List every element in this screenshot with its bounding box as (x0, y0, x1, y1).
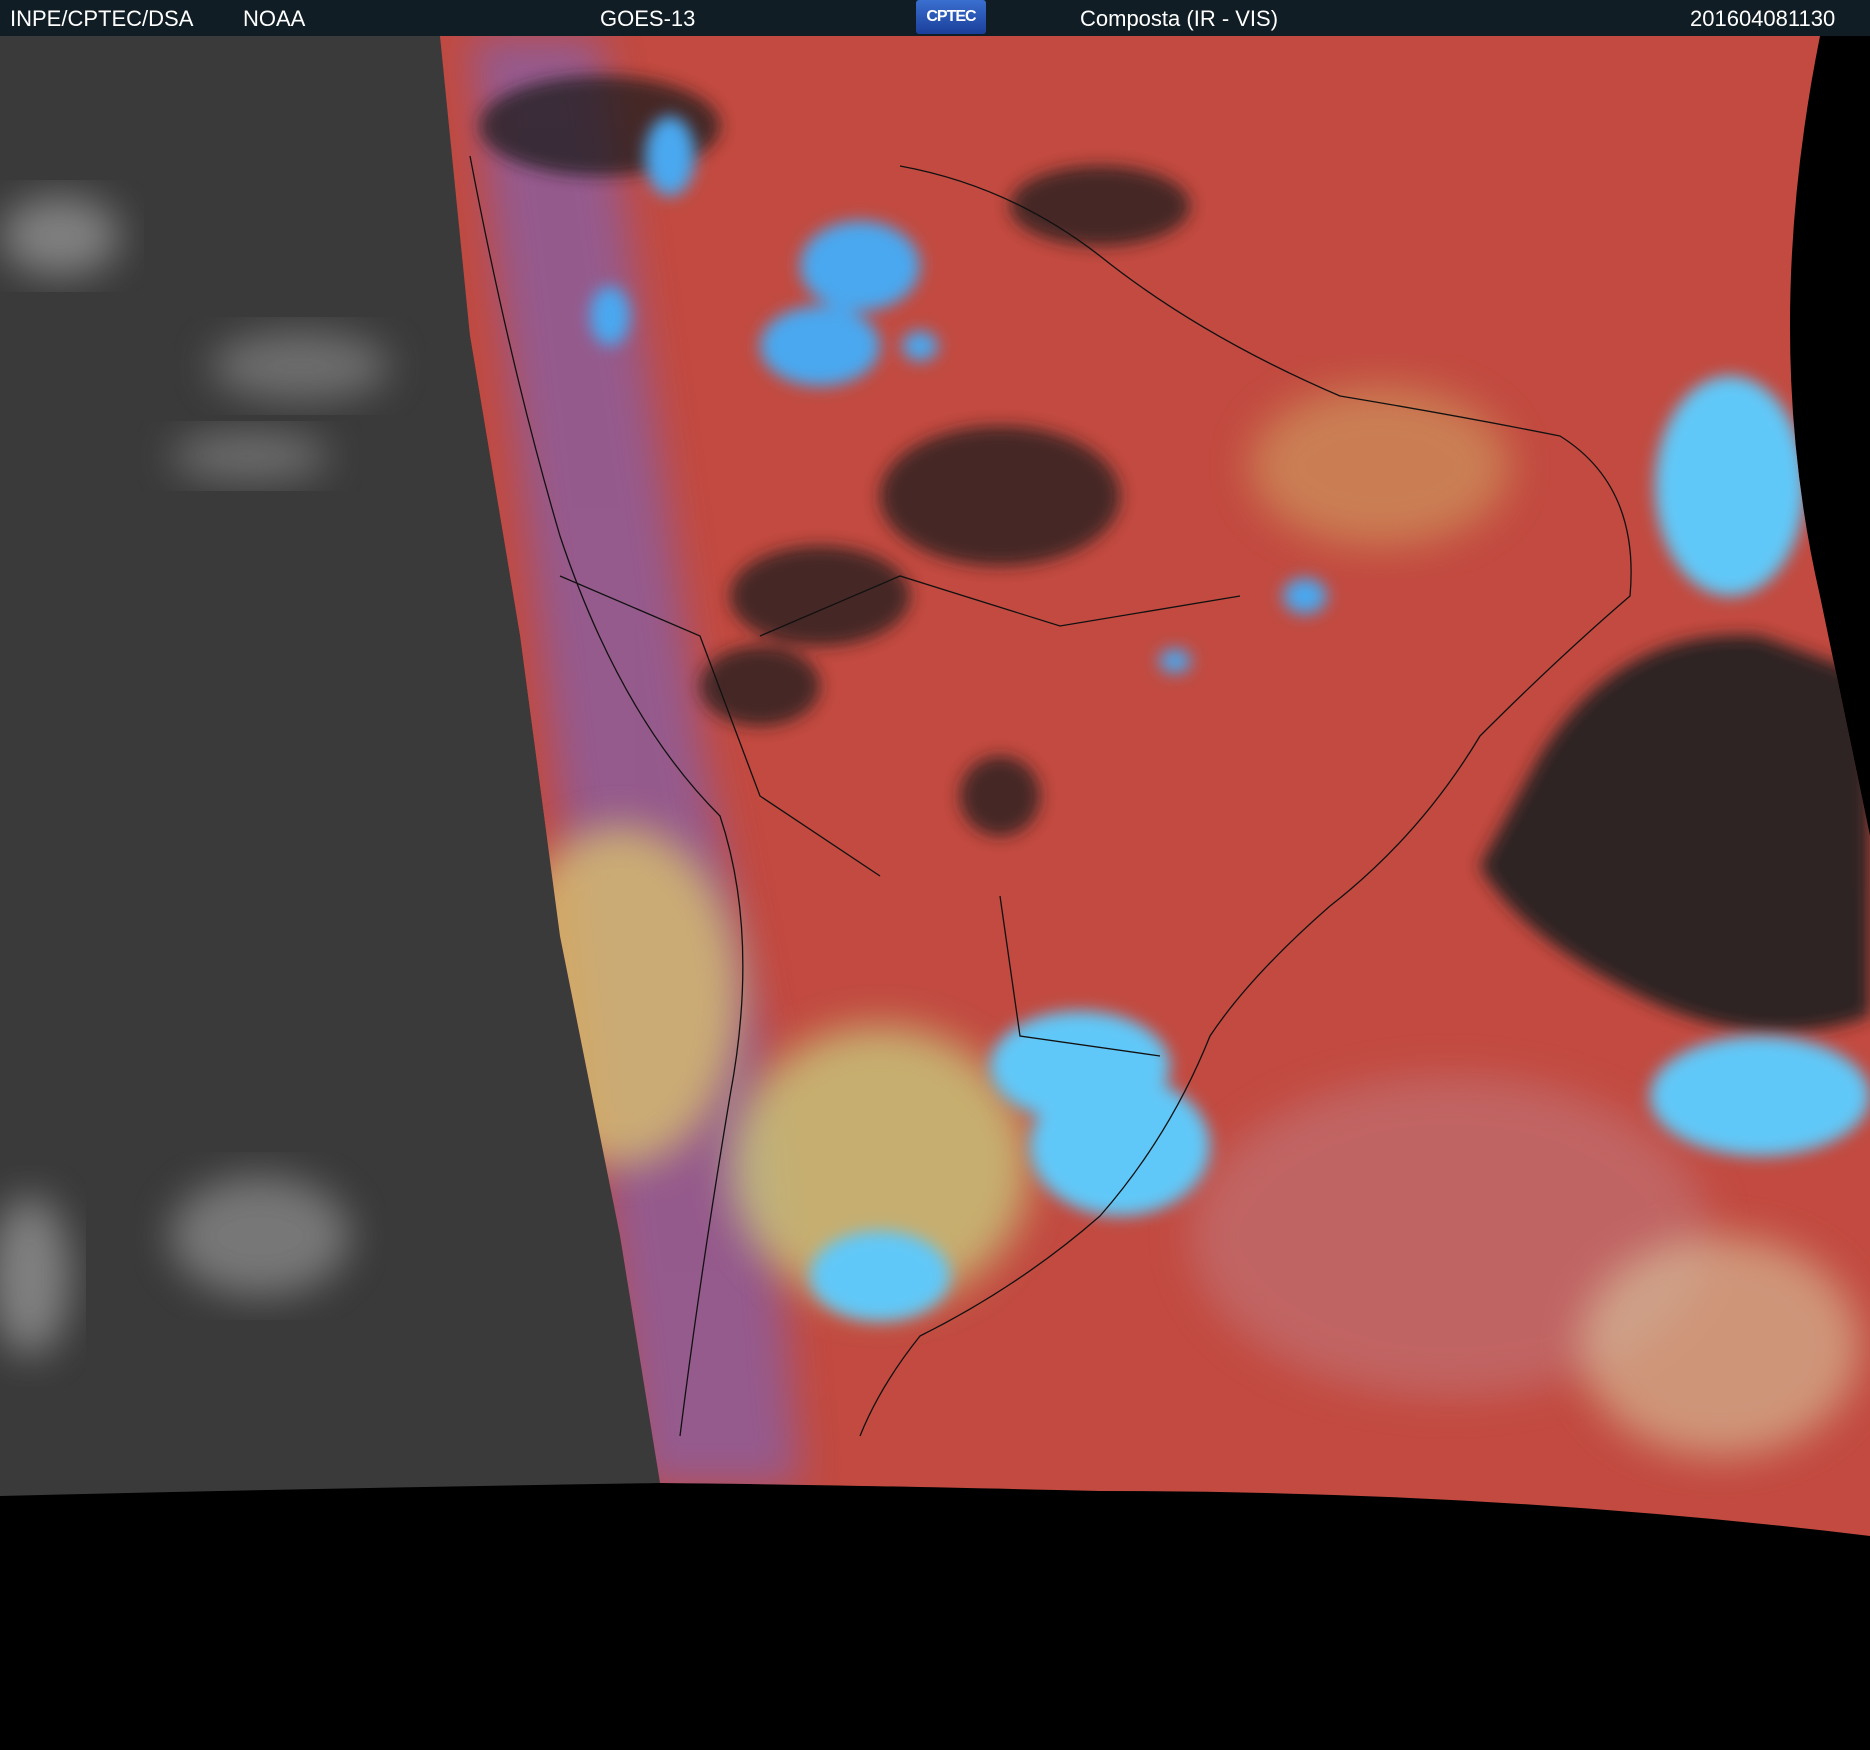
product-label: Composta (IR - VIS) (1080, 6, 1279, 31)
cptec-logo: CPTEC (916, 0, 986, 34)
timestamp-label: 201604081130 (1690, 6, 1836, 31)
satellite-label: GOES-13 (600, 6, 696, 31)
partner-label: NOAA (243, 6, 306, 31)
satellite-image (0, 36, 1870, 1750)
agency-label: INPE/CPTEC/DSA (10, 6, 194, 31)
header-bar: INPE/CPTEC/DSA NOAA GOES-13 CPTEC Compos… (0, 0, 1870, 36)
